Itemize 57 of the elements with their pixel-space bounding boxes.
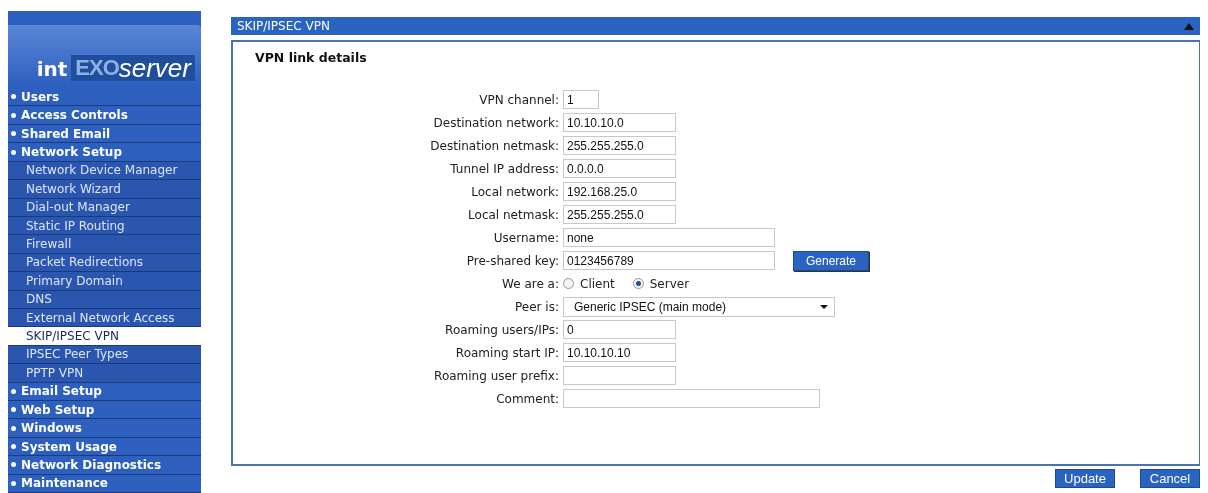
field-label: Local netmask: [467,207,559,222]
dropdown[interactable]: Generic IPSEC (main mode) [563,296,835,317]
bullet-icon [11,94,16,100]
sidebar-item[interactable]: Access Controls [8,106,201,125]
cancel-button[interactable]: Cancel [1140,469,1200,488]
generate-button[interactable]: Generate [793,250,870,271]
bullet-icon [11,388,16,394]
caret-icon [820,304,828,309]
input-field[interactable]: none [563,228,775,247]
input-field[interactable]: 255.255.255.0 [563,136,676,155]
field-label: Roaming start IP: [454,345,559,360]
input-field[interactable]: 10.10.10.0 [563,113,676,132]
panel-title: SKIP/IPSEC VPN [237,19,330,33]
input-field[interactable]: 192.168.25.0 [563,182,676,201]
input-field[interactable] [563,389,820,408]
input-field[interactable]: 1 [563,90,599,109]
sidebar-item[interactable]: Network Diagnostics [8,456,201,475]
radio-button[interactable] [632,278,644,289]
bullet-icon [11,480,16,486]
input-field[interactable]: 255.255.255.0 [563,205,676,224]
field-label: VPN channel: [478,92,559,107]
field-label: Peer is: [514,299,559,314]
bullet-icon [11,131,16,137]
sidebar-item[interactable]: Network Setup [8,143,201,162]
sidebar-item[interactable]: Windows [8,419,201,438]
section-heading: VPN link details [255,50,367,65]
field-label: Roaming user prefix: [433,368,559,383]
collapse-icon[interactable] [1184,22,1194,30]
update-button[interactable]: Update [1055,469,1115,488]
field-label: We are a: [501,276,559,291]
bullet-icon [11,407,16,413]
bullet-icon [11,444,16,449]
input-field[interactable]: 0123456789 [563,251,775,270]
field-label: Username: [492,230,559,245]
bullet-icon [11,112,16,118]
radio-label[interactable]: Client [580,276,615,291]
sidebar-subitem[interactable]: PPTP VPN [8,364,201,383]
input-field[interactable]: 0.0.0.0 [563,159,676,178]
radio-label[interactable]: Server [649,276,690,291]
field-label: Tunnel IP address: [449,161,559,176]
input-field[interactable]: 0 [563,320,676,339]
sidebar-subitem[interactable]: SKIP/IPSEC VPN [8,327,201,346]
input-field[interactable]: 10.10.10.10 [563,343,676,362]
bullet-icon [11,425,16,431]
radio-button[interactable] [563,278,574,289]
field-label: Destination network: [432,115,559,130]
sidebar-subitem[interactable]: Network Wizard [8,180,201,199]
input-field[interactable] [563,366,676,385]
field-label: Comment: [495,391,559,406]
bullet-icon [11,149,16,155]
sidebar-subitem[interactable]: Primary Domain [8,272,201,291]
field-label: Pre-shared key: [465,253,559,268]
field-label: Roaming users/IPs: [444,322,559,337]
sidebar-subitem[interactable]: Firewall [8,235,201,254]
bullet-icon [11,462,16,468]
field-label: Destination netmask: [429,138,559,153]
field-label: Local network: [470,184,559,199]
